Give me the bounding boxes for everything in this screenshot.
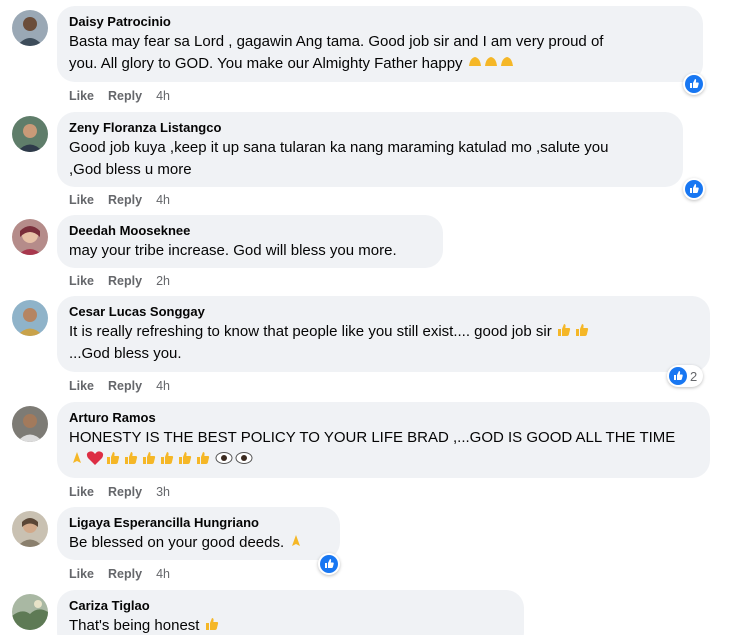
comment-text: Be blessed on your good deeds. [69, 532, 328, 554]
reaction-badge[interactable]: 2 [667, 365, 704, 387]
comment-author[interactable]: Ligaya Esperancilla Hungriano [69, 514, 328, 532]
comment-actions: Like Reply 4h [69, 192, 170, 208]
thumbs-up-emoji [105, 451, 214, 468]
comment-text: Good job kuya ,keep it up sana tularan k… [69, 137, 671, 181]
like-link[interactable]: Like [69, 567, 94, 581]
thumbs-up-emoji [556, 323, 593, 340]
comment-author[interactable]: Deedah Mooseknee [69, 222, 431, 240]
avatar[interactable] [12, 10, 48, 46]
comment-actions: Like Reply 4h [69, 378, 170, 394]
comment-text-line: Basta may fear sa Lord , gagawin Ang tam… [69, 33, 604, 50]
like-link[interactable]: Like [69, 274, 94, 288]
comment-actions: Like Reply 2h [69, 273, 170, 289]
comment-actions: Like Reply 3h [69, 484, 170, 500]
comment-text-line: That's being honest [69, 615, 512, 635]
comment-author[interactable]: Zeny Floranza Listangco [69, 119, 671, 137]
comment-actions: Like Reply 4h [69, 88, 170, 104]
reaction-badge[interactable] [318, 553, 340, 575]
comment-emoji-line [69, 449, 698, 471]
comment-text-line-content: It is really refreshing to know that peo… [69, 323, 552, 340]
reaction-badge[interactable] [683, 73, 705, 95]
comment-bubble: Arturo Ramos HONESTY IS THE BEST POLICY … [57, 402, 710, 478]
like-link[interactable]: Like [69, 485, 94, 499]
thumbs-up-emoji [204, 617, 223, 634]
comment-author[interactable]: Cariza Tiglao [69, 597, 512, 615]
comment-bubble: Ligaya Esperancilla Hungriano Be blessed… [57, 507, 340, 560]
avatar[interactable] [12, 219, 48, 255]
reaction-count: 2 [690, 368, 698, 384]
comment-timestamp[interactable]: 4h [156, 89, 170, 103]
comment-text-line: may your tribe increase. God will bless … [69, 242, 397, 259]
comment-text-line: Good job kuya ,keep it up sana tularan k… [69, 139, 609, 156]
reaction-badge[interactable] [683, 178, 705, 200]
reply-link[interactable]: Reply [108, 379, 142, 393]
like-thumbs-up-icon [685, 75, 703, 93]
like-link[interactable]: Like [69, 193, 94, 207]
reply-link[interactable]: Reply [108, 567, 142, 581]
folded-hands-emoji [288, 534, 305, 551]
comment-author[interactable]: Cesar Lucas Songgay [69, 303, 698, 321]
comment-text-line: It is really refreshing to know that peo… [69, 321, 698, 343]
comment-author[interactable]: Arturo Ramos [69, 409, 698, 427]
reply-link[interactable]: Reply [108, 193, 142, 207]
comment-bubble: Daisy Patrocinio Basta may fear sa Lord … [57, 6, 703, 82]
comment-bubble: Deedah Mooseknee may your tribe increase… [57, 215, 443, 268]
comment-text-line-content: you. All glory to GOD. You make our Almi… [69, 55, 463, 72]
red-heart-emoji [86, 451, 105, 468]
comment-timestamp[interactable]: 2h [156, 274, 170, 288]
eyes-emoji [214, 451, 255, 468]
comment-text: That's being honest [69, 615, 512, 635]
comment-bubble: Cesar Lucas Songgay It is really refresh… [57, 296, 710, 372]
comment-timestamp[interactable]: 4h [156, 567, 170, 581]
avatar[interactable] [12, 511, 48, 547]
avatar[interactable] [12, 594, 48, 630]
reply-link[interactable]: Reply [108, 274, 142, 288]
like-thumbs-up-icon [669, 367, 687, 385]
comment-bubble: Zeny Floranza Listangco Good job kuya ,k… [57, 112, 683, 187]
like-link[interactable]: Like [69, 379, 94, 393]
reply-link[interactable]: Reply [108, 485, 142, 499]
comment-bubble: Cariza Tiglao That's being honest [57, 590, 524, 635]
comment-text: Basta may fear sa Lord , gagawin Ang tam… [69, 31, 691, 75]
folded-hands-emoji [69, 451, 86, 468]
comment-text-line: ,God bless u more [69, 161, 192, 178]
reply-link[interactable]: Reply [108, 89, 142, 103]
like-link[interactable]: Like [69, 89, 94, 103]
comment-timestamp[interactable]: 4h [156, 193, 170, 207]
avatar[interactable] [12, 300, 48, 336]
comment-author[interactable]: Daisy Patrocinio [69, 13, 691, 31]
like-thumbs-up-icon [320, 555, 338, 573]
like-thumbs-up-icon [685, 180, 703, 198]
comment-text-line: ...God bless you. [69, 345, 182, 362]
comment-text: HONESTY IS THE BEST POLICY TO YOUR LIFE … [69, 427, 698, 471]
comments-feed: Daisy Patrocinio Basta may fear sa Lord … [0, 0, 750, 635]
comment-text-line-content: Be blessed on your good deeds. [69, 534, 285, 551]
avatar[interactable] [12, 116, 48, 152]
comment-timestamp[interactable]: 3h [156, 485, 170, 499]
comment-text: may your tribe increase. God will bless … [69, 240, 431, 262]
comment-text-line: Be blessed on your good deeds. [69, 532, 328, 554]
comment-text-line-content: That's being honest [69, 617, 200, 634]
avatar[interactable] [12, 406, 48, 442]
comment-text-line: you. All glory to GOD. You make our Almi… [69, 53, 691, 75]
raising-hands-emoji [467, 55, 516, 72]
comment-timestamp[interactable]: 4h [156, 379, 170, 393]
comment-text: It is really refreshing to know that peo… [69, 321, 698, 365]
comment-text-line: HONESTY IS THE BEST POLICY TO YOUR LIFE … [69, 429, 676, 446]
comment-actions: Like Reply 4h [69, 566, 170, 582]
